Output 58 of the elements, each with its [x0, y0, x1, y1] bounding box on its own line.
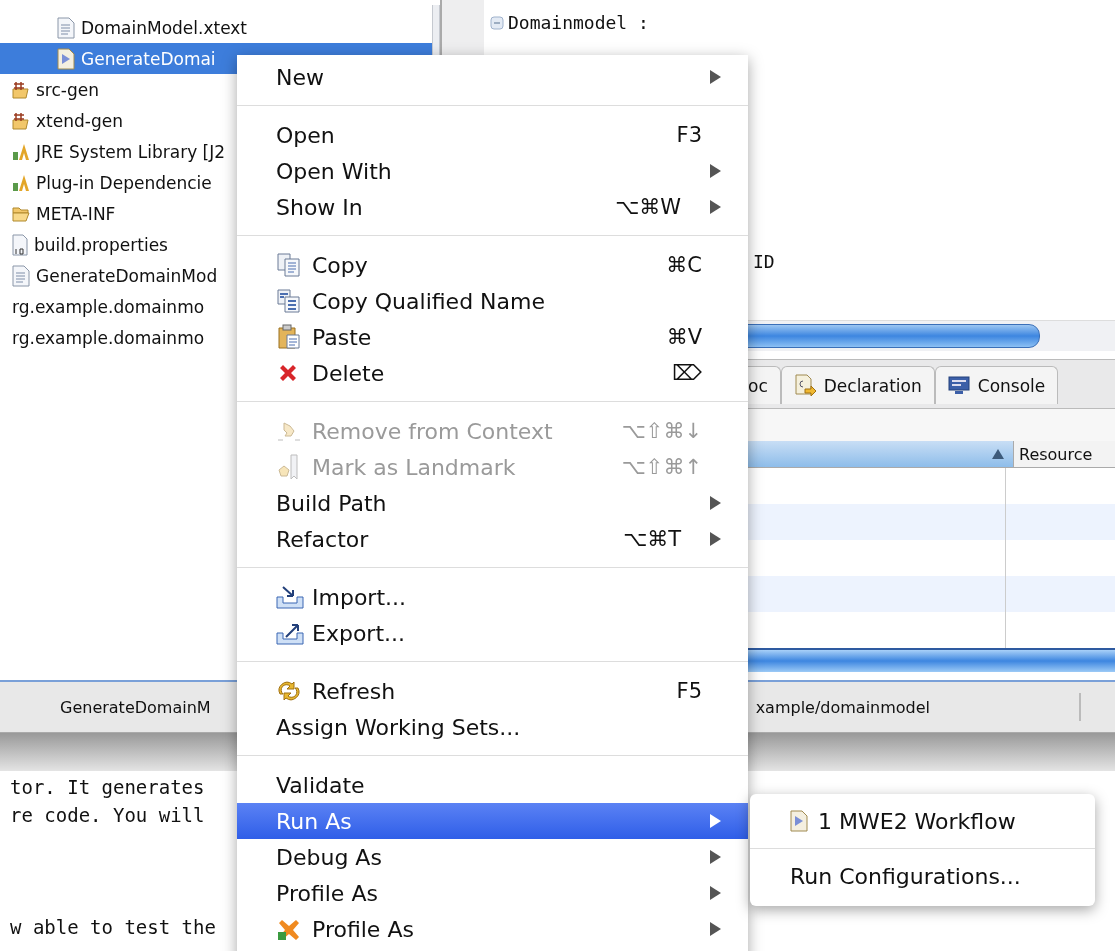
submenu-arrow-icon: [709, 813, 722, 829]
clipboard-icon: [276, 324, 302, 350]
submenu-arrow-icon: [709, 849, 722, 865]
menu-item[interactable]: Copy Qualified Name: [237, 283, 748, 319]
menu-item[interactable]: Refactor ⌥⌘T: [237, 521, 748, 557]
package-folder-icon: [12, 110, 30, 131]
menu-item[interactable]: Show In ⌥⌘W: [237, 189, 748, 225]
code-line: ID: [753, 251, 775, 272]
submenu-arrow-icon: [709, 163, 722, 179]
submenu-arrow-icon: [709, 69, 722, 85]
column-header[interactable]: Resource: [1013, 441, 1115, 468]
submenu-arrow-icon: [709, 495, 722, 511]
hand-icon: [276, 419, 302, 443]
document-icon: [12, 264, 30, 287]
menu-item[interactable]: Open F3: [237, 117, 748, 153]
package-folder-icon: [12, 79, 30, 100]
menu-item[interactable]: 1 MWE2 Workflow: [750, 802, 1095, 840]
submenu-arrow-icon: [709, 921, 722, 937]
declaration-icon: [793, 373, 816, 398]
refresh-icon: [276, 678, 302, 704]
copy-icon: [276, 252, 302, 278]
folder-icon: [12, 204, 30, 223]
menu-item[interactable]: Copy ⌘C: [237, 247, 748, 283]
submenu-arrow-icon: [709, 531, 722, 547]
menu-item[interactable]: Import...: [237, 579, 748, 615]
menu-item[interactable]: Profile As: [237, 875, 748, 911]
code-line: Domainmodel :: [508, 12, 649, 33]
menu-item[interactable]: Open With: [237, 153, 748, 189]
profile-icon: [276, 918, 302, 940]
monitor-icon: [947, 375, 970, 396]
view-tab[interactable]: Declaration: [780, 366, 935, 404]
console-line: re code. You will: [10, 803, 205, 828]
copy-icon: [276, 288, 302, 314]
menu-item[interactable]: Build Path: [237, 485, 748, 521]
menu-item[interactable]: Paste ⌘V: [237, 319, 748, 355]
document-icon: [57, 16, 75, 39]
menu-item[interactable]: Export...: [237, 615, 748, 651]
console-line: w able to test the: [10, 915, 216, 940]
console-line: tor. It generates: [10, 775, 205, 800]
menu-item[interactable]: Validate: [237, 767, 748, 803]
tree-item[interactable]: DomainModel.xtext: [0, 12, 432, 43]
menu-item[interactable]: Run As: [237, 803, 748, 839]
import-icon: [276, 585, 304, 609]
submenu-arrow-icon: [709, 199, 722, 215]
submenu-arrow-icon: [709, 885, 722, 901]
status-text: xample/domainmodel: [755, 697, 931, 717]
status-text: GenerateDomainM: [60, 697, 211, 717]
export-icon: [276, 621, 304, 645]
menu-item[interactable]: Run Configurations...: [750, 857, 1095, 895]
sort-arrow-icon: [991, 448, 1005, 460]
properties-file-icon: [12, 233, 28, 256]
workflow-file-icon: [790, 810, 808, 832]
menu-item[interactable]: Debug As: [237, 839, 748, 875]
menu-item[interactable]: Refresh F5: [237, 673, 748, 709]
workflow-file-icon: [57, 47, 75, 70]
menu-item[interactable]: Assign Working Sets...: [237, 709, 748, 745]
menu-item[interactable]: Profile As: [237, 911, 748, 947]
view-tab[interactable]: Console: [934, 366, 1059, 404]
